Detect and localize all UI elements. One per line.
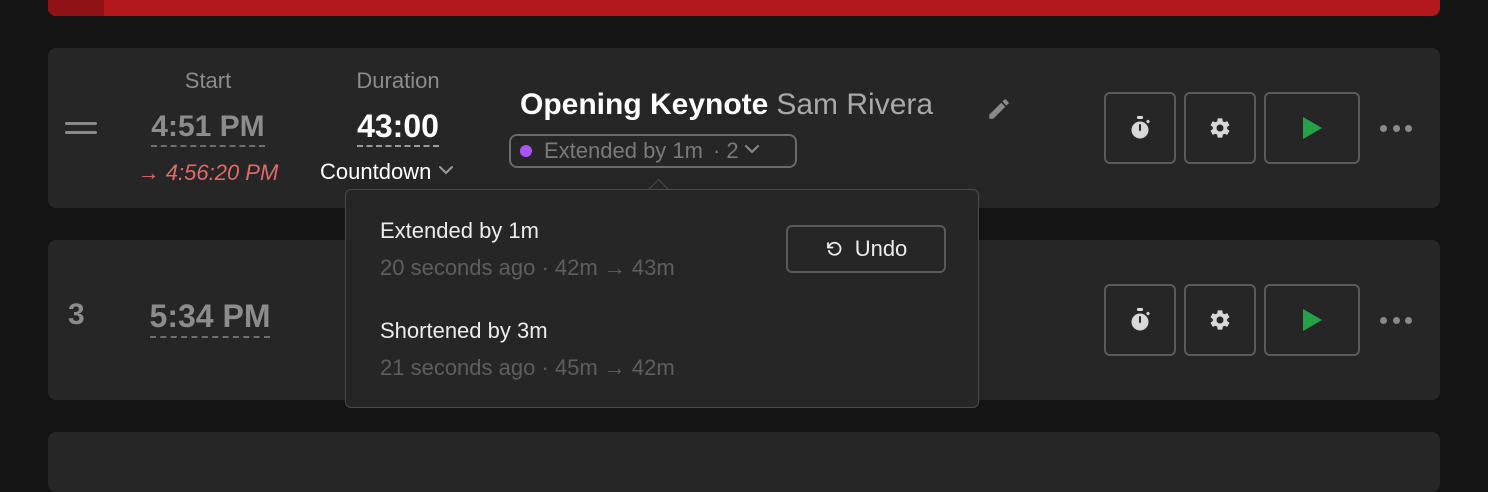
cue-title-line[interactable]: Opening Keynote Sam Rivera bbox=[520, 88, 933, 122]
duration-column-label: Duration bbox=[356, 68, 440, 93]
cue-title: Opening Keynote bbox=[520, 88, 769, 121]
change-indicator-dot bbox=[520, 145, 532, 157]
start-time-value: 5:34 PM bbox=[149, 298, 271, 338]
settings-button[interactable] bbox=[1184, 284, 1256, 356]
timer-progress-bar bbox=[48, 0, 1440, 16]
start-time[interactable]: 4:51 PM bbox=[140, 110, 276, 147]
pencil-icon[interactable] bbox=[986, 96, 1012, 122]
undo-button[interactable]: Undo bbox=[786, 225, 946, 273]
change-separator: · bbox=[712, 138, 721, 163]
timer-type-label: Countdown bbox=[320, 159, 432, 184]
play-icon bbox=[1303, 117, 1322, 139]
cue-index: 3 bbox=[68, 298, 85, 331]
drag-handle-icon[interactable] bbox=[65, 122, 97, 136]
start-time-value: 4:51 PM bbox=[151, 110, 265, 147]
start-time[interactable]: 5:34 PM bbox=[140, 298, 280, 338]
latest-change-label: Extended by 1m bbox=[544, 138, 703, 163]
cue-row: Start Duration 4:51 PM → 4:56:20 PM 43:0… bbox=[48, 48, 1440, 208]
stopwatch-icon bbox=[1131, 116, 1150, 139]
settings-button[interactable] bbox=[1184, 92, 1256, 164]
start-cue-button[interactable] bbox=[1264, 92, 1360, 164]
cue-speaker: Sam Rivera bbox=[776, 88, 934, 121]
play-icon bbox=[1303, 309, 1322, 331]
timer-button[interactable] bbox=[1104, 284, 1176, 356]
cue-row bbox=[48, 432, 1440, 492]
chevron-down-icon bbox=[744, 145, 759, 154]
duration-value: 43:00 bbox=[357, 108, 439, 147]
start-column-label: Start bbox=[184, 68, 232, 93]
timer-type-dropdown[interactable]: Countdown bbox=[320, 159, 454, 185]
start-cue-button[interactable] bbox=[1264, 284, 1360, 356]
more-horizontal-icon[interactable] bbox=[1380, 310, 1412, 330]
changes-history-popover: Extended by 1m 20 seconds ago · 42m → 43… bbox=[345, 189, 979, 408]
change-entry-meta: 20 seconds ago · 42m → 43m bbox=[380, 255, 675, 280]
progress-bar-fill bbox=[48, 0, 104, 16]
change-entry-title: Shortened by 3m bbox=[380, 318, 548, 343]
gear-icon bbox=[1210, 118, 1230, 138]
timer-button[interactable] bbox=[1104, 92, 1176, 164]
gear-icon bbox=[1210, 310, 1230, 330]
undo-icon bbox=[826, 241, 842, 256]
projected-start-time: → 4:56:20 PM bbox=[137, 160, 279, 185]
change-entry-meta: 21 seconds ago · 45m → 42m bbox=[380, 355, 675, 380]
more-horizontal-icon[interactable] bbox=[1380, 118, 1412, 138]
duration-field[interactable]: 43:00 bbox=[338, 108, 458, 147]
change-entry-title: Extended by 1m bbox=[380, 218, 539, 243]
stopwatch-icon bbox=[1131, 308, 1150, 331]
change-count: 2 bbox=[726, 138, 739, 163]
undo-label: Undo bbox=[854, 236, 908, 261]
changes-history-toggle[interactable]: Extended by 1m · 2 bbox=[509, 134, 797, 168]
chevron-down-icon bbox=[439, 166, 454, 175]
